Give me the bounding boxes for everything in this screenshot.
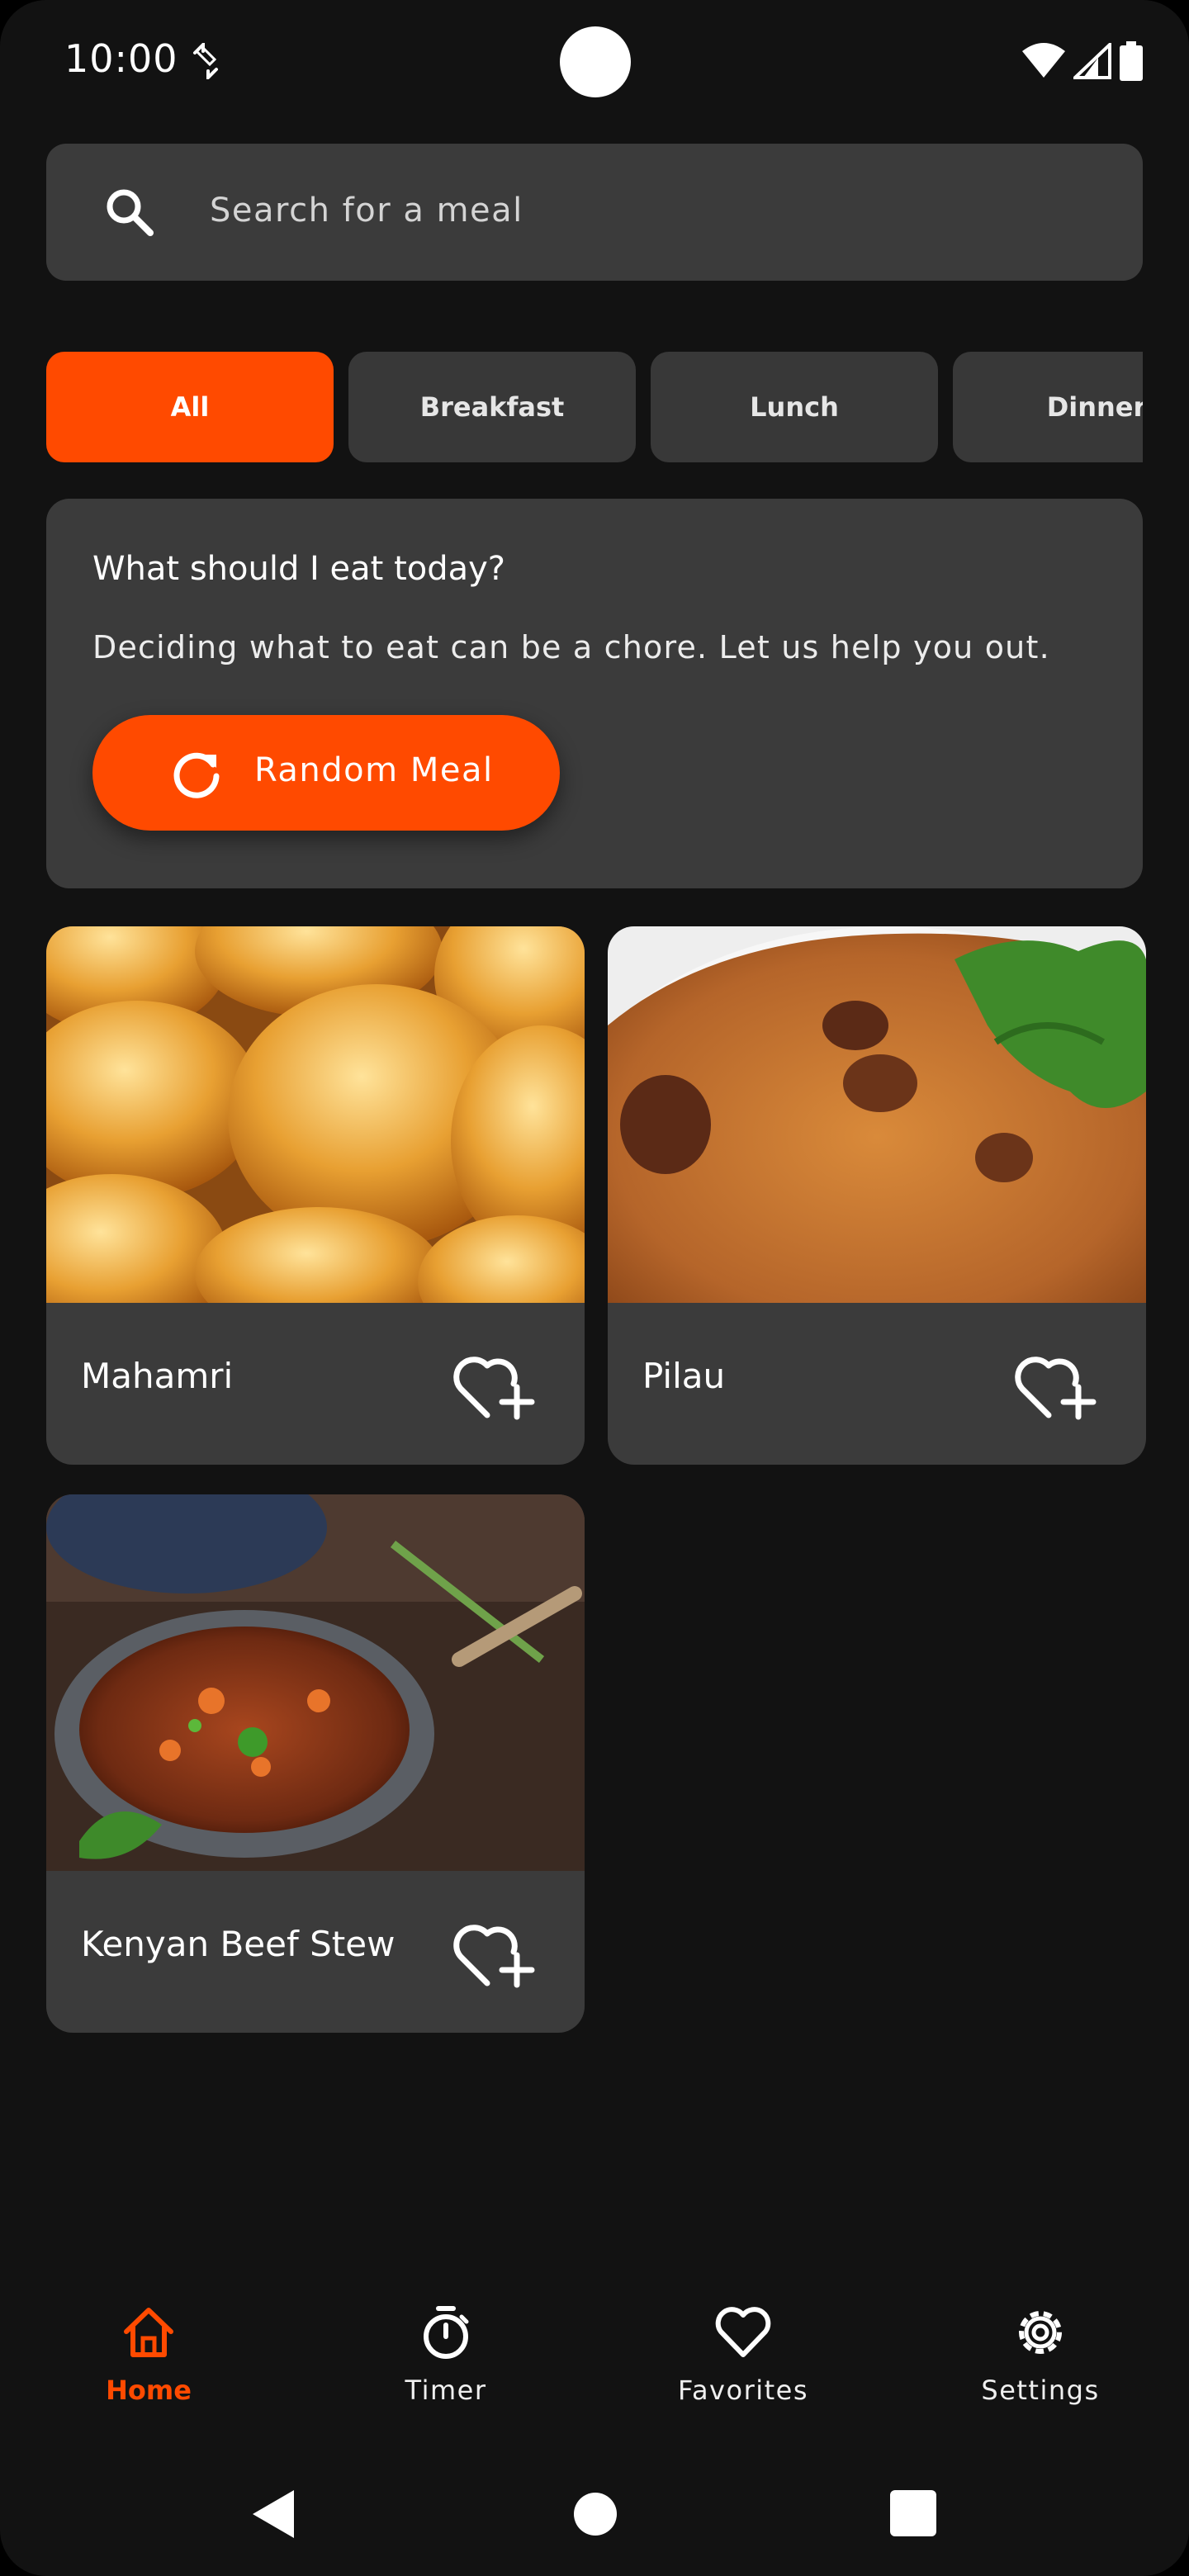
status-time: 10:00: [64, 36, 178, 81]
back-icon[interactable]: [249, 2485, 299, 2543]
random-meal-label: Random Meal: [254, 751, 494, 789]
heart-plus-icon[interactable]: [451, 1347, 540, 1427]
camera-cutout: [560, 26, 631, 97]
meal-image-mahamri: [46, 926, 585, 1303]
heart-icon: [715, 2307, 771, 2357]
meal-name: Pilau: [642, 1356, 726, 1396]
nav-label: Settings: [981, 2375, 1100, 2406]
heart-plus-icon[interactable]: [1012, 1347, 1101, 1427]
timer-icon: [424, 2306, 469, 2359]
chip-dinner[interactable]: Dinner: [953, 352, 1143, 462]
meal-name: Kenyan Beef Stew: [81, 1924, 396, 1964]
meal-card-pilau[interactable]: Pilau: [608, 926, 1146, 1465]
promo-title: What should I eat today?: [92, 550, 506, 588]
home-system-icon[interactable]: [573, 2492, 618, 2536]
app-screen: 10:00 Search for a meal All Breakfast Lu…: [0, 0, 1189, 2576]
meal-card-kenyan-beef-stew[interactable]: Kenyan Beef Stew: [46, 1494, 585, 2033]
home-icon: [124, 2308, 173, 2357]
nav-label: Favorites: [677, 2375, 809, 2406]
category-chips: All Breakfast Lunch Dinner: [46, 352, 1143, 462]
nav-favorites[interactable]: Favorites: [594, 2295, 892, 2419]
system-navigation: [0, 2469, 1189, 2559]
chip-all[interactable]: All: [46, 352, 334, 462]
search-icon: [107, 189, 154, 236]
gear-icon: [1019, 2311, 1062, 2354]
auto-rotate-icon: [193, 43, 218, 79]
nav-label: Home: [106, 2375, 192, 2406]
search-bar[interactable]: Search for a meal: [46, 144, 1143, 281]
nav-timer[interactable]: Timer: [297, 2295, 594, 2419]
cell-signal-icon: [1073, 43, 1111, 79]
recents-icon[interactable]: [890, 2490, 936, 2536]
chip-lunch[interactable]: Lunch: [651, 352, 938, 462]
meal-card-mahamri[interactable]: Mahamri: [46, 926, 585, 1465]
bottom-navigation: Home Timer Favorites Settings: [0, 2279, 1189, 2427]
wifi-icon: [1022, 43, 1065, 78]
chip-breakfast[interactable]: Breakfast: [348, 352, 636, 462]
meal-image-pilau: [608, 926, 1146, 1303]
heart-plus-icon[interactable]: [451, 1915, 540, 1995]
meal-image-kenyan-beef-stew: [46, 1494, 585, 1871]
status-icons: [1022, 41, 1143, 81]
nav-home[interactable]: Home: [0, 2295, 297, 2419]
promo-description: Deciding what to eat can be a chore. Let…: [92, 629, 1050, 665]
nav-label: Timer: [405, 2375, 487, 2406]
meal-name: Mahamri: [81, 1356, 234, 1396]
nav-settings[interactable]: Settings: [892, 2295, 1189, 2419]
random-meal-button[interactable]: Random Meal: [92, 715, 560, 831]
refresh-icon: [173, 752, 220, 798]
status-bar: 10:00: [0, 0, 1189, 124]
random-meal-card: What should I eat today? Deciding what t…: [46, 499, 1143, 888]
battery-icon: [1120, 41, 1143, 81]
search-input[interactable]: Search for a meal: [210, 192, 523, 230]
